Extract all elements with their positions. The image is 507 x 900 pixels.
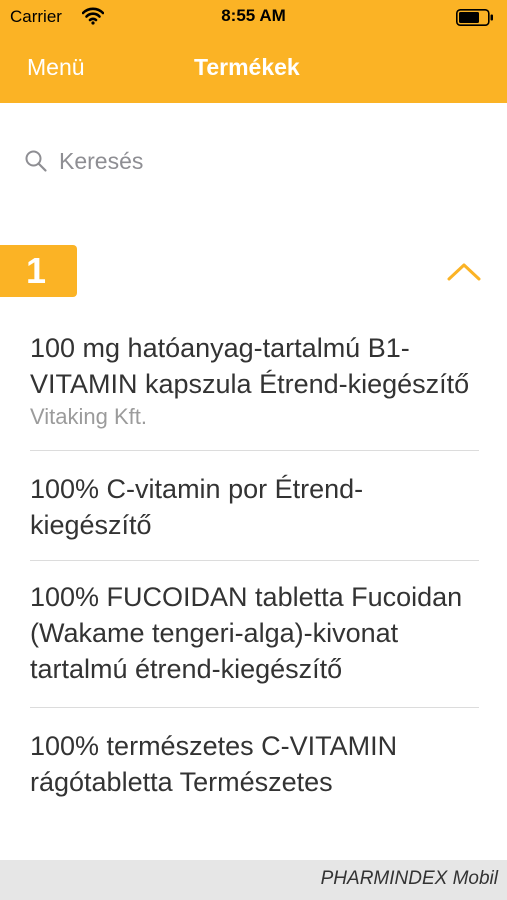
nav-bar: Menü Termékek [0, 34, 507, 103]
menu-button[interactable]: Menü [27, 54, 85, 81]
section-header: 1 [0, 245, 507, 297]
search-icon [25, 150, 47, 172]
list-item[interactable]: 100% természetes C-VITAMIN rágótabletta … [30, 708, 479, 800]
product-name: 100% természetes C-VITAMIN rágótabletta … [30, 731, 398, 797]
search-bar [24, 140, 484, 184]
page-title: Termékek [194, 54, 300, 80]
product-name: 100% C-vitamin por Étrend-kiegészítő [30, 474, 364, 540]
product-list: 100 mg hatóanyag-tartalmú B1-VITAMIN kap… [0, 330, 507, 800]
battery-icon [456, 9, 493, 26]
status-bar: Carrier 8:55 AM [0, 0, 507, 34]
status-time: 8:55 AM [221, 6, 286, 25]
list-item[interactable]: 100% FUCOIDAN tabletta Fucoidan (Wakame … [30, 561, 479, 707]
chevron-up-icon[interactable] [446, 260, 482, 282]
product-manufacturer: Vitaking Kft. [30, 404, 147, 429]
list-item[interactable]: 100 mg hatóanyag-tartalmú B1-VITAMIN kap… [30, 330, 479, 450]
product-name: 100 mg hatóanyag-tartalmú B1-VITAMIN kap… [30, 333, 470, 399]
search-input[interactable] [59, 142, 459, 180]
footer: PHARMINDEX Mobil [0, 860, 507, 900]
header: Carrier 8:55 AM Menü Termékek [0, 0, 507, 103]
list-item[interactable]: 100% C-vitamin por Étrend-kiegészítő [30, 451, 479, 560]
product-name: 100% FUCOIDAN tabletta Fucoidan (Wakame … [30, 582, 463, 684]
footer-brand: PHARMINDEX Mobil [320, 868, 498, 889]
section-letter-badge: 1 [0, 245, 77, 297]
